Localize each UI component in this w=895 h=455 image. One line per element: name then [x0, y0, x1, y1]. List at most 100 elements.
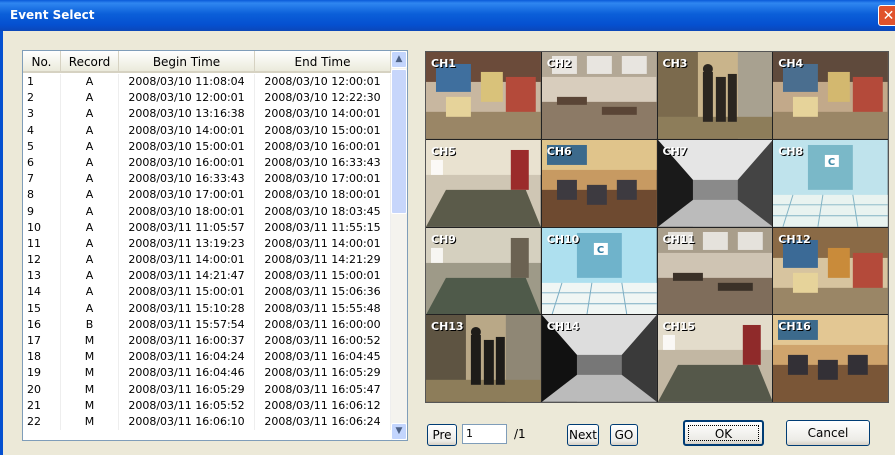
table-row[interactable]: 18 M 2008/03/11 16:04:24 2008/03/11 16:04:4…	[23, 349, 391, 366]
channel-cell[interactable]: CH15	[657, 315, 773, 402]
go-button[interactable]: GO	[610, 424, 638, 446]
channel-video-grid: CH1 CH2 CH3 CH4 CH5 CH6 CH7 C CH8 CH9 C …	[425, 51, 889, 403]
cell-begin-time: 2008/03/10 15:00:01	[119, 138, 255, 155]
cell-end-time: 2008/03/11 16:06:24	[255, 413, 391, 431]
focus-rectangle	[688, 425, 759, 441]
column-header-no[interactable]: No.	[23, 51, 61, 73]
table-row[interactable]: 8 A 2008/03/10 17:00:01 2008/03/10 18:00:01	[23, 187, 391, 204]
cell-begin-time: 2008/03/11 16:00:37	[119, 333, 255, 350]
cell-record: A	[61, 106, 119, 123]
cell-no: 14	[23, 284, 61, 301]
svg-text:C: C	[597, 244, 604, 255]
channel-label: CH10	[546, 232, 580, 246]
ok-button[interactable]: OK	[683, 420, 764, 446]
channel-cell[interactable]: CH7	[657, 139, 773, 227]
cancel-button[interactable]: Cancel	[786, 420, 870, 446]
table-row[interactable]: 13 A 2008/03/11 14:21:47 2008/03/11 15:00:0…	[23, 268, 391, 285]
table-row[interactable]: 6 A 2008/03/10 16:00:01 2008/03/10 16:33:43	[23, 154, 391, 172]
cell-no: 6	[23, 154, 61, 172]
cell-end-time: 2008/03/11 16:05:47	[255, 381, 391, 398]
cell-no: 11	[23, 235, 61, 253]
cell-end-time: 2008/03/11 16:05:29	[255, 365, 391, 382]
scroll-down-icon[interactable]: ▼	[391, 423, 407, 440]
channel-cell[interactable]: CH16	[773, 315, 888, 402]
channel-cell[interactable]: CH1	[426, 52, 541, 139]
table-row[interactable]: 19 M 2008/03/11 16:04:46 2008/03/11 16:05:2…	[23, 365, 391, 382]
cell-no: 22	[23, 413, 61, 431]
next-button[interactable]: Next	[567, 424, 599, 446]
cell-end-time: 2008/03/11 16:04:45	[255, 349, 391, 366]
channel-label: CH2	[546, 57, 572, 70]
table-row[interactable]: 15 A 2008/03/11 15:10:28 2008/03/11 15:55:4…	[23, 300, 391, 317]
channel-cell[interactable]: CH3	[657, 52, 773, 139]
table-row[interactable]: 14 A 2008/03/11 15:00:01 2008/03/11 15:06:3…	[23, 284, 391, 301]
channel-cell[interactable]: CH4	[773, 52, 888, 139]
cell-no: 5	[23, 138, 61, 155]
page-number-input[interactable]: 1	[462, 424, 507, 444]
cell-no: 21	[23, 397, 61, 414]
table-row[interactable]: 11 A 2008/03/11 13:19:23 2008/03/11 14:00:0…	[23, 235, 391, 253]
cell-record: A	[61, 203, 119, 220]
column-header-record[interactable]: Record	[61, 51, 119, 73]
channel-label: CH8	[778, 144, 804, 158]
cell-record: M	[61, 397, 119, 414]
channel-cell[interactable]: CH12	[773, 227, 888, 315]
table-row[interactable]: 5 A 2008/03/10 15:00:01 2008/03/10 16:00:01	[23, 138, 391, 155]
channel-cell[interactable]: CH11	[657, 227, 773, 315]
cell-end-time: 2008/03/11 15:06:36	[255, 284, 391, 301]
channel-cell[interactable]: CH5	[426, 139, 541, 227]
channel-label: CH12	[778, 232, 811, 246]
cell-record: M	[61, 413, 119, 431]
table-row[interactable]: 10 A 2008/03/11 11:05:57 2008/03/11 11:55:1…	[23, 219, 391, 236]
cell-begin-time: 2008/03/11 16:04:46	[119, 365, 255, 382]
channel-cell[interactable]: C CH8	[773, 139, 888, 227]
table-row[interactable]: 20 M 2008/03/11 16:05:29 2008/03/11 16:05:4…	[23, 381, 391, 398]
cell-no: 17	[23, 333, 61, 350]
cell-no: 8	[23, 187, 61, 204]
table-row[interactable]: 9 A 2008/03/10 18:00:01 2008/03/10 18:03:45	[23, 203, 391, 220]
channel-label: CH5	[431, 144, 456, 158]
channel-cell[interactable]: CH14	[541, 315, 657, 402]
close-icon[interactable]: ✕	[878, 5, 895, 26]
event-list-body: 1 A 2008/03/10 11:08:04 2008/03/10 12:00:01…	[23, 74, 391, 431]
table-row[interactable]: 4 A 2008/03/10 14:00:01 2008/03/10 15:00:01	[23, 122, 391, 139]
table-row[interactable]: 3 A 2008/03/10 13:16:38 2008/03/10 14:00:01	[23, 106, 391, 123]
cell-begin-time: 2008/03/11 14:00:01	[119, 252, 255, 269]
channel-cell[interactable]: CH6	[541, 139, 657, 227]
table-row[interactable]: 21 M 2008/03/11 16:05:52 2008/03/11 16:06:1…	[23, 397, 391, 414]
table-row[interactable]: 7 A 2008/03/10 16:33:43 2008/03/10 17:00:01	[23, 171, 391, 188]
cell-record: M	[61, 349, 119, 366]
cell-begin-time: 2008/03/11 16:06:10	[119, 413, 255, 431]
scroll-up-icon[interactable]: ▲	[391, 51, 407, 68]
cell-record: A	[61, 154, 119, 172]
cell-record: A	[61, 252, 119, 269]
cell-begin-time: 2008/03/10 16:00:01	[119, 154, 255, 172]
cell-begin-time: 2008/03/10 13:16:38	[119, 106, 255, 123]
cell-end-time: 2008/03/11 15:55:48	[255, 300, 391, 317]
channel-cell[interactable]: C CH10	[541, 227, 657, 315]
table-row[interactable]: 16 B 2008/03/11 15:57:54 2008/03/11 16:00:0…	[23, 316, 391, 333]
pre-button[interactable]: Pre	[427, 424, 457, 446]
event-list-header: No. Record Begin Time End Time	[23, 51, 391, 73]
column-header-begin-time[interactable]: Begin Time	[119, 51, 255, 73]
table-row[interactable]: 12 A 2008/03/11 14:00:01 2008/03/11 14:21:2…	[23, 252, 391, 269]
cell-record: A	[61, 219, 119, 236]
table-row[interactable]: 17 M 2008/03/11 16:00:37 2008/03/11 16:00:5…	[23, 333, 391, 350]
channel-cell[interactable]: CH9	[426, 227, 541, 315]
cell-begin-time: 2008/03/10 14:00:01	[119, 122, 255, 139]
table-row[interactable]: 22 M 2008/03/11 16:06:10 2008/03/11 16:06:2…	[23, 413, 391, 431]
column-header-end-time[interactable]: End Time	[255, 51, 391, 73]
table-row[interactable]: 2 A 2008/03/10 12:00:01 2008/03/10 12:22:30	[23, 90, 391, 107]
channel-cell[interactable]: CH13	[426, 315, 541, 402]
cell-begin-time: 2008/03/11 16:05:52	[119, 397, 255, 414]
title-bar[interactable]: Event Select ✕	[0, 0, 895, 31]
channel-cell[interactable]: CH2	[541, 52, 657, 139]
cell-no: 3	[23, 106, 61, 123]
scroll-thumb[interactable]	[391, 69, 407, 214]
event-list[interactable]: No. Record Begin Time End Time 1 A 2008/03…	[22, 50, 408, 441]
table-row[interactable]: 1 A 2008/03/10 11:08:04 2008/03/10 12:00:01	[23, 74, 391, 91]
channel-label: CH7	[662, 144, 688, 158]
cell-no: 10	[23, 219, 61, 236]
cell-end-time: 2008/03/10 18:03:45	[255, 203, 391, 220]
list-scrollbar[interactable]: ▲ ▼	[391, 51, 407, 440]
